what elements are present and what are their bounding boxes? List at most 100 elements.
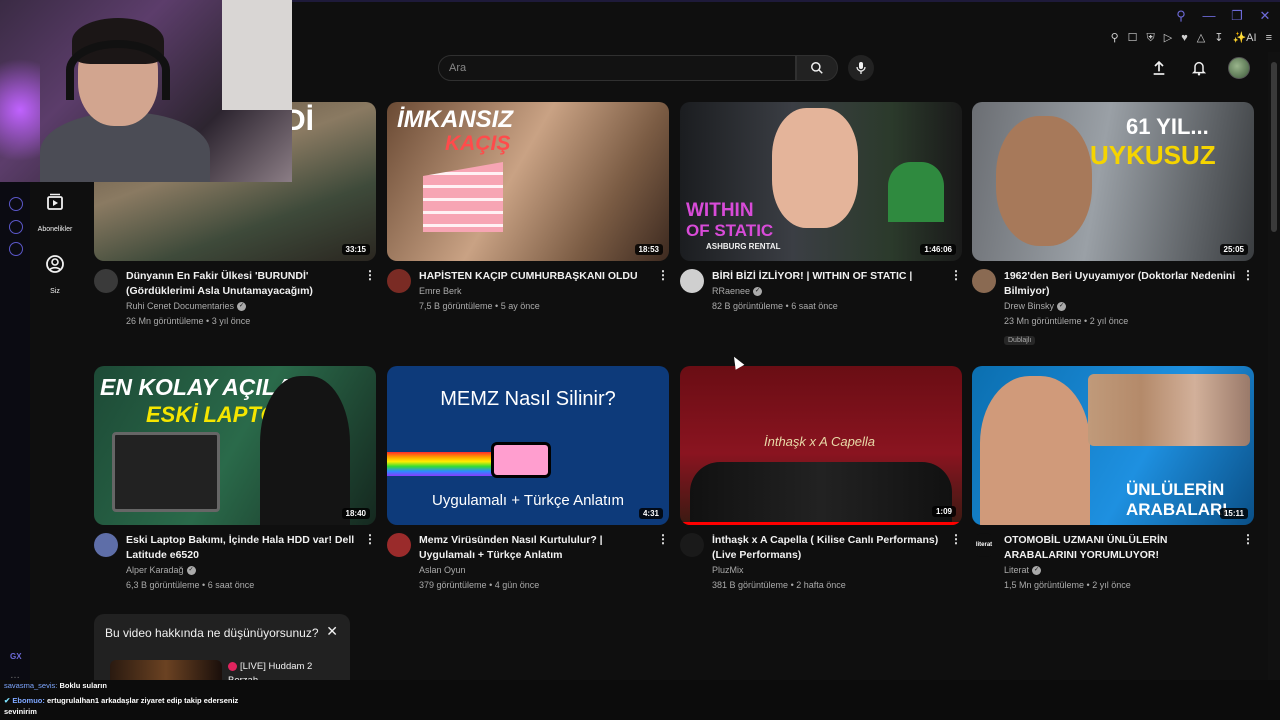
video-thumbnail[interactable]: WITHIN OF STATIC ASHBURG RENTAL 1:46:06	[680, 102, 962, 261]
video-title[interactable]: İnthaşk x A Capella ( Kilise Canlı Perfo…	[712, 533, 944, 563]
close-icon[interactable]: ✕	[326, 623, 338, 640]
channel-avatar[interactable]	[94, 533, 118, 557]
thumbnail-overlay-text: İMKANSIZ	[397, 106, 513, 133]
video-details: BİRİ BİZİ İZLİYOR! | WITHIN OF STATIC | …	[680, 269, 962, 314]
channel-avatar[interactable]	[387, 533, 411, 557]
channel-name-text: Emre Berk	[419, 286, 462, 296]
video-card[interactable]: MEMZ Nasıl Silinir? Uygulamalı + Türkçe …	[387, 366, 669, 593]
view-count: 82 B görüntüleme	[712, 301, 784, 311]
video-thumbnail[interactable]: MEMZ Nasıl Silinir? Uygulamalı + Türkçe …	[387, 366, 669, 525]
search-button[interactable]	[796, 55, 838, 81]
restore-icon[interactable]: ❐	[1230, 8, 1244, 24]
channel-name-text: Literat	[1004, 565, 1030, 575]
close-window-icon[interactable]: ✕	[1258, 8, 1272, 24]
face-shape	[996, 116, 1092, 246]
more-actions-icon[interactable]: ⋮	[657, 269, 669, 281]
video-card[interactable]: İnthaşk x A Capella 1:09 İnthaşk x A Cap…	[680, 366, 962, 593]
bag-icon[interactable]: △	[1197, 30, 1205, 46]
bookmark-icon[interactable]: ☐	[1128, 30, 1138, 46]
browser-sidebar: GX …	[0, 180, 30, 690]
scroll-thumb[interactable]	[1271, 62, 1277, 232]
microphone-icon	[856, 62, 866, 74]
account-avatar[interactable]	[1228, 57, 1250, 79]
video-thumbnail[interactable]: İnthaşk x A Capella 1:09	[680, 366, 962, 525]
video-card[interactable]: EN KOLAY AÇILAN ESKİ LAPTOP 18:40 Eski L…	[94, 366, 376, 593]
channel-name[interactable]: Ruhi Cenet Documentaries ✓	[126, 299, 358, 314]
video-card[interactable]: WITHIN OF STATIC ASHBURG RENTAL 1:46:06 …	[680, 102, 962, 314]
channel-name[interactable]: Literat ✓	[1004, 563, 1236, 578]
channel-avatar[interactable]: literat	[972, 533, 996, 557]
more-actions-icon[interactable]: ⋮	[657, 533, 669, 545]
more-actions-icon[interactable]: ⋮	[950, 533, 962, 545]
channel-name[interactable]: Emre Berk	[419, 284, 651, 299]
video-details: Eski Laptop Bakımı, İçinde Hala HDD var!…	[94, 533, 376, 593]
channel-name[interactable]: Alper Karadağ ✓	[126, 563, 358, 578]
video-title[interactable]: Eski Laptop Bakımı, İçinde Hala HDD var!…	[126, 533, 358, 563]
video-thumbnail[interactable]: EN KOLAY AÇILAN ESKİ LAPTOP 18:40	[94, 366, 376, 525]
upload-button[interactable]	[1148, 57, 1170, 79]
stream-chat: savasma_sevis: Boklu suların ✔ Ebomuo: e…	[0, 680, 1280, 720]
more-actions-icon[interactable]: ⋮	[1242, 533, 1254, 545]
history-icon[interactable]	[9, 197, 23, 211]
play-icon[interactable]: ▷	[1164, 30, 1172, 46]
you-icon	[46, 255, 64, 273]
video-card[interactable]: ÜNLÜLERİN ARABALARI 15:11 literat OTOMOB…	[972, 366, 1254, 593]
channel-avatar[interactable]	[680, 269, 704, 293]
notifications-button[interactable]	[1188, 57, 1210, 79]
download-icon[interactable]: ↧	[1214, 30, 1223, 46]
more-actions-icon[interactable]: ⋮	[364, 269, 376, 281]
video-thumbnail[interactable]: 61 YIL... UYKUSUZ 25:05	[972, 102, 1254, 261]
menu-icon[interactable]: ≡	[1266, 30, 1272, 46]
upload-age: 2 yıl önce	[1089, 316, 1129, 326]
duration-badge: 1:46:06	[920, 244, 956, 255]
shield-icon[interactable]: ⛨	[1147, 30, 1155, 46]
channel-name[interactable]: PluzMix	[712, 563, 944, 578]
page-scrollbar[interactable]	[1268, 52, 1280, 692]
video-details: literat OTOMOBİL UZMANI ÜNLÜLERİN ARABAL…	[972, 533, 1254, 593]
chat-username: savasma_sevis:	[4, 681, 58, 690]
chat-badges-icon: ✔	[4, 696, 11, 705]
channel-name-text: RRaenee	[712, 286, 751, 296]
search-input[interactable]	[439, 56, 795, 80]
more-actions-icon[interactable]: ⋮	[1242, 269, 1254, 281]
video-meta: 6,3 B görüntüleme • 6 saat önce	[126, 580, 255, 590]
channel-avatar[interactable]	[680, 533, 704, 557]
video-title[interactable]: BİRİ BİZİ İZLİYOR! | WITHIN OF STATIC |	[712, 269, 944, 284]
channel-name[interactable]: Aslan Oyun	[419, 563, 651, 578]
guide-item-subscriptions[interactable]: Abonelikler	[30, 190, 80, 236]
thumbnail-overlay-text: ASHBURG RENTAL	[706, 242, 781, 251]
settings-icon[interactable]	[9, 242, 23, 256]
ai-icon[interactable]: ✨AI	[1232, 30, 1256, 46]
duration-badge: 1:09	[931, 506, 956, 517]
messenger-icon[interactable]	[9, 220, 23, 234]
voice-search-button[interactable]	[848, 55, 874, 81]
guide-item-you[interactable]: Siz	[30, 252, 80, 298]
channel-avatar[interactable]	[972, 269, 996, 293]
channel-avatar[interactable]	[387, 269, 411, 293]
heart-icon[interactable]: ♥	[1181, 30, 1188, 46]
pin-icon[interactable]: ⚲	[1111, 30, 1119, 46]
video-title[interactable]: Dünyanın En Fakir Ülkesi 'BURUNDİ' (Görd…	[126, 269, 358, 299]
verified-icon: ✓	[753, 287, 763, 297]
video-meta: 381 B görüntüleme • 2 hafta önce	[712, 580, 846, 590]
video-thumbnail[interactable]: İMKANSIZ KAÇIŞ 18:53	[387, 102, 669, 261]
duration-badge: 18:40	[341, 508, 370, 519]
channel-name[interactable]: RRaenee ✓	[712, 284, 944, 299]
video-thumbnail[interactable]: ÜNLÜLERİN ARABALARI 15:11	[972, 366, 1254, 525]
channel-name[interactable]: Drew Binsky ✓	[1004, 299, 1236, 314]
more-actions-icon[interactable]: ⋮	[364, 533, 376, 545]
video-title[interactable]: HAPİSTEN KAÇIP CUMHURBAŞKANI OLDU	[419, 269, 651, 284]
video-title[interactable]: Memz Virüsünden Nasıl Kurtululur? | Uygu…	[419, 533, 651, 563]
video-title[interactable]: 1962'den Beri Uyuyamıyor (Doktorlar Nede…	[1004, 269, 1236, 299]
channel-avatar[interactable]	[94, 269, 118, 293]
thumbnail-overlay-text: OF STATIC	[686, 221, 774, 240]
duration-badge: 33:15	[341, 244, 370, 255]
browser-search-icon[interactable]: ⚲	[1174, 8, 1188, 24]
minimize-icon[interactable]: —	[1202, 8, 1216, 24]
chat-text: ertugrulalhan1 arkadaşlar ziyaret edip t…	[46, 696, 239, 705]
video-details: Memz Virüsünden Nasıl Kurtululur? | Uygu…	[387, 533, 669, 593]
more-actions-icon[interactable]: ⋮	[950, 269, 962, 281]
video-card[interactable]: İMKANSIZ KAÇIŞ 18:53 HAPİSTEN KAÇIP CUMH…	[387, 102, 669, 314]
video-title[interactable]: OTOMOBİL UZMANI ÜNLÜLERİN ARABALARINI YO…	[1004, 533, 1236, 563]
video-card[interactable]: 61 YIL... UYKUSUZ 25:05 1962'den Beri Uy…	[972, 102, 1254, 347]
